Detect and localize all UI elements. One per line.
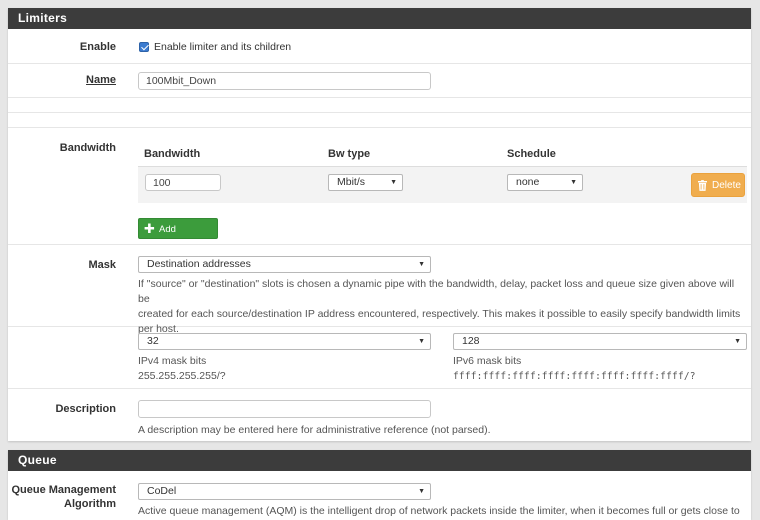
ipv4-mask-hint: 255.255.255.255/? <box>138 370 226 382</box>
bandwidth-col-header: Bandwidth <box>144 148 201 160</box>
bwtype-select-value: Mbit/s <box>337 176 366 188</box>
schedule-select-value: none <box>516 176 540 188</box>
ipv6-mask-hint: ffff:ffff:ffff:ffff:ffff:ffff:ffff:ffff/… <box>453 371 696 382</box>
enable-checkbox-label[interactable]: Enable limiter and its children <box>154 41 291 53</box>
chevron-down-icon: ▼ <box>734 338 741 345</box>
bandwidth-row: Bandwidth Bandwidth Bw type Schedule Mbi… <box>8 128 751 256</box>
trash-icon <box>698 180 707 191</box>
chevron-down-icon: ▼ <box>418 261 425 268</box>
mask-help-line: If "source" or "destination" slots is ch… <box>138 278 735 305</box>
chevron-down-icon: ▼ <box>390 179 397 186</box>
bandwidth-input[interactable] <box>145 174 221 191</box>
mask-bits-row: 32 ▼ IPv4 mask bits 255.255.255.255/? 12… <box>8 327 751 389</box>
plus-icon: ✚ <box>144 221 155 236</box>
spacer-row <box>8 113 751 128</box>
mask-label: Mask <box>88 259 116 271</box>
delete-button[interactable]: Delete <box>691 173 745 197</box>
enable-label: Enable <box>79 41 116 53</box>
chevron-down-icon: ▼ <box>570 179 577 186</box>
limiters-heading: Limiters <box>8 8 751 29</box>
name-label: Name <box>86 74 116 86</box>
ipv4-mask-select[interactable]: 32 ▼ <box>138 333 431 350</box>
ipv4-mask-value: 32 <box>147 335 159 347</box>
mask-help-line: created for each source/destination IP a… <box>138 308 741 320</box>
description-label: Description <box>55 403 116 415</box>
aqm-label-line1: Queue Management <box>11 484 116 496</box>
enable-row: Enable Enable limiter and its children <box>8 29 751 64</box>
ipv6-mask-label: IPv6 mask bits <box>453 355 522 367</box>
description-input[interactable] <box>138 400 431 418</box>
description-row: Description A description may be entered… <box>8 389 751 441</box>
limiters-panel: Limiters Enable Enable limiter and its c… <box>8 8 751 441</box>
queue-heading: Queue <box>8 450 751 471</box>
add-schedule-button[interactable]: ✚ Add Schedule <box>138 218 218 256</box>
queue-panel: Queue Queue Management Algorithm CoDel ▼… <box>8 450 751 520</box>
mask-row: Mask Destination addresses ▼ If "source"… <box>8 245 751 335</box>
delete-button-label: Delete <box>712 180 741 191</box>
ipv6-mask-select[interactable]: 128 ▼ <box>453 333 747 350</box>
schedule-col-header: Schedule <box>507 148 556 160</box>
ipv6-mask-value: 128 <box>462 335 480 347</box>
bandwidth-label: Bandwidth <box>59 142 116 154</box>
aqm-label-line2: Algorithm <box>64 498 116 510</box>
name-row: Name <box>8 64 751 98</box>
aqm-select-value: CoDel <box>147 485 177 497</box>
bwtype-select[interactable]: Mbit/s ▼ <box>328 174 403 191</box>
chevron-down-icon: ▼ <box>418 488 425 495</box>
aqm-help: Active queue management (AQM) is the int… <box>138 505 740 517</box>
chevron-down-icon: ▼ <box>418 338 425 345</box>
aqm-row: Queue Management Algorithm CoDel ▼ Activ… <box>8 471 751 520</box>
enable-checkbox[interactable] <box>139 42 149 52</box>
ipv4-mask-label: IPv4 mask bits <box>138 355 207 367</box>
bwtype-col-header: Bw type <box>328 148 371 160</box>
mask-select[interactable]: Destination addresses ▼ <box>138 256 431 273</box>
description-help: A description may be entered here for ad… <box>138 424 491 436</box>
name-input[interactable] <box>138 72 431 90</box>
aqm-select[interactable]: CoDel ▼ <box>138 483 431 500</box>
bandwidth-table-row: Mbit/s ▼ none ▼ Delete <box>138 167 747 203</box>
schedule-select[interactable]: none ▼ <box>507 174 583 191</box>
mask-select-value: Destination addresses <box>147 258 251 270</box>
spacer-row <box>8 98 751 113</box>
